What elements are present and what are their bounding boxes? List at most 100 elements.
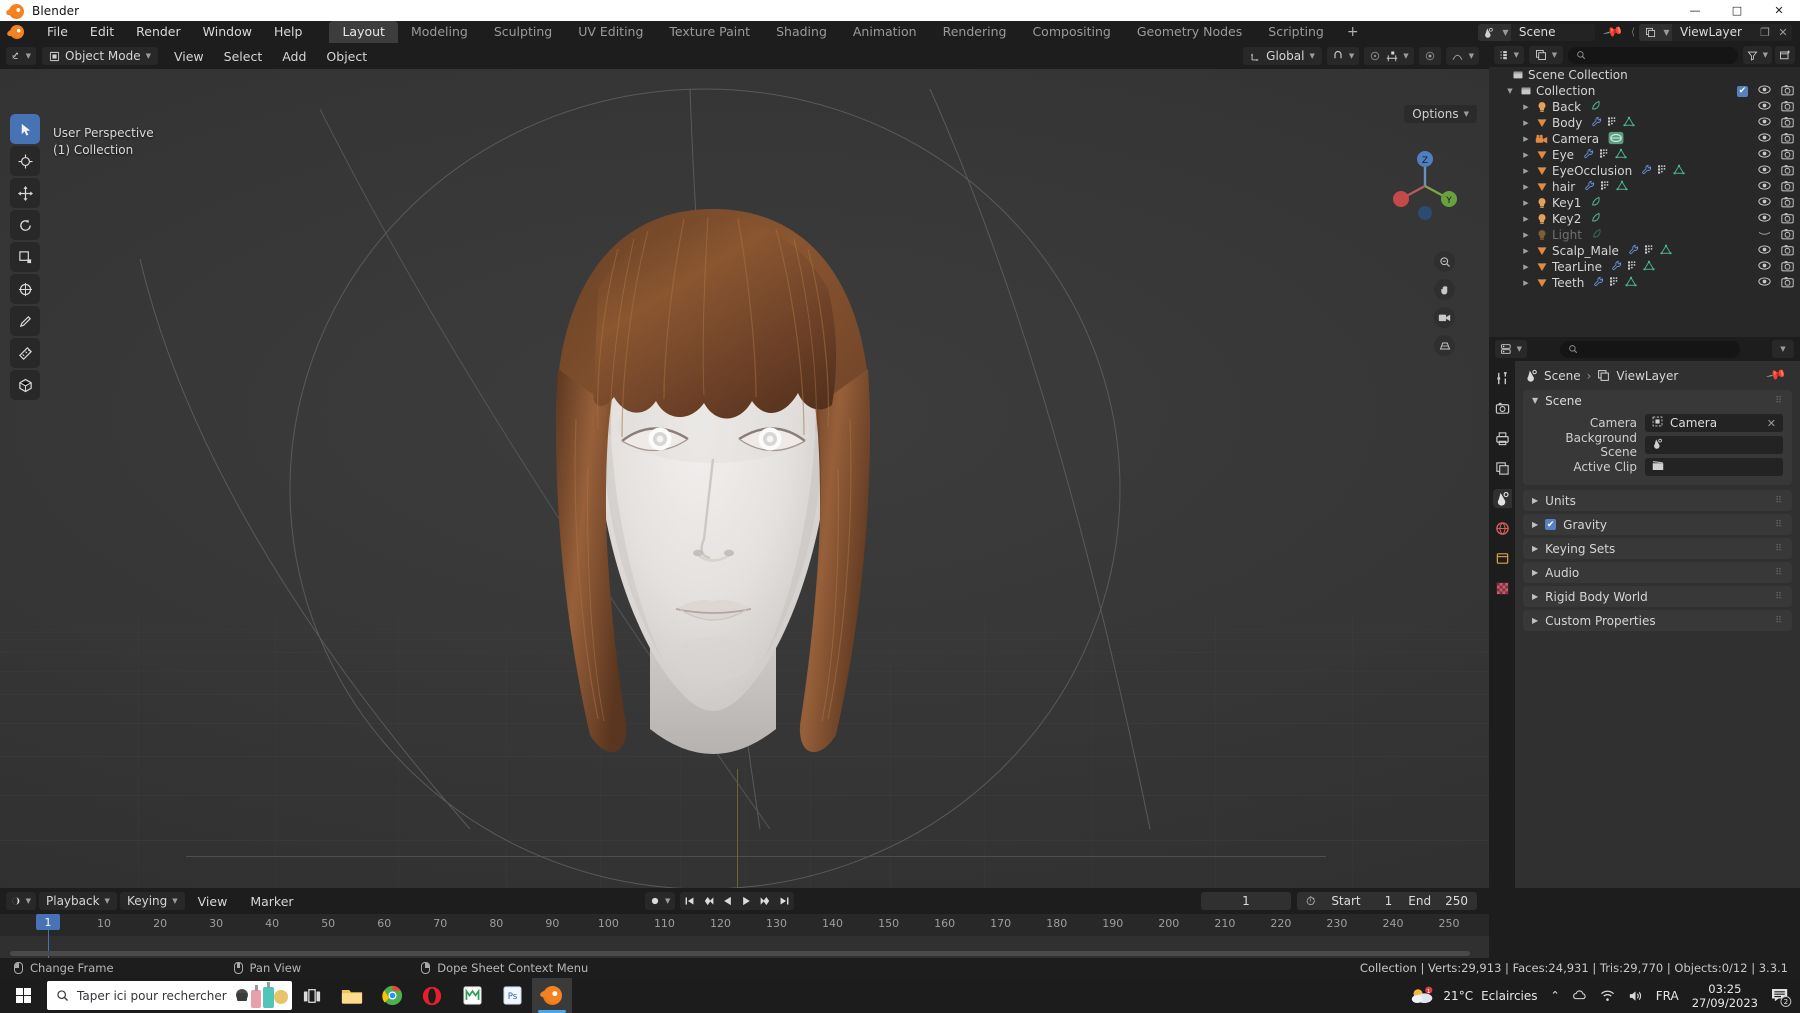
outliner-row-camera[interactable]: ▶ Camera: [1489, 131, 1800, 147]
timeline-menu-view[interactable]: View: [188, 892, 238, 911]
play-reverse-button[interactable]: [718, 892, 737, 910]
panel-expand-icon[interactable]: ▶: [1532, 592, 1538, 601]
start-button[interactable]: [0, 978, 47, 1013]
properties-panel-audio[interactable]: ▶ Audio ⠿: [1523, 562, 1792, 583]
modifier-icon[interactable]: [1593, 276, 1604, 290]
pan-hand-icon[interactable]: [1434, 279, 1455, 300]
panel-expand-icon[interactable]: ▶: [1532, 496, 1538, 505]
disclosure-triangle-icon[interactable]: ▶: [1519, 263, 1533, 271]
visibility-eye-icon[interactable]: [1758, 276, 1771, 290]
disclosure-triangle-icon[interactable]: ▶: [1519, 247, 1533, 255]
material-icon[interactable]: [1599, 148, 1610, 162]
properties-panel-units[interactable]: ▶ Units ⠿: [1523, 490, 1792, 511]
properties-options-button[interactable]: ▼: [1772, 340, 1794, 358]
timeline-menu-keying[interactable]: Keying ▼: [119, 892, 185, 910]
tool-move[interactable]: [10, 178, 40, 208]
interaction-mode-selector[interactable]: Object Mode ▼: [42, 47, 158, 65]
render-camera-icon[interactable]: [1781, 148, 1794, 163]
panel-grip-icon[interactable]: ⠿: [1775, 592, 1783, 602]
tab-texture[interactable]: [1493, 579, 1512, 598]
properties-panel-keying-sets[interactable]: ▶ Keying Sets ⠿: [1523, 538, 1792, 559]
panel-enable-checkbox[interactable]: ✔: [1545, 519, 1557, 530]
proportional-editing-toggle[interactable]: ▼: [1364, 47, 1414, 65]
tab-scene[interactable]: [1492, 489, 1512, 508]
properties-pin-icon[interactable]: 📌: [1760, 362, 1792, 390]
workspace-tab-geometry-nodes[interactable]: Geometry Nodes: [1124, 21, 1255, 43]
render-camera-icon[interactable]: [1781, 276, 1794, 291]
material-icon[interactable]: [1600, 180, 1611, 194]
maximize-button[interactable]: □: [1716, 0, 1758, 21]
panel-expand-icon[interactable]: ▶: [1532, 544, 1538, 553]
tool-select-box[interactable]: [10, 114, 40, 144]
workspace-tab-shading[interactable]: Shading: [763, 21, 840, 43]
render-camera-icon[interactable]: [1781, 164, 1794, 179]
scene-dropdown-chevron-icon[interactable]: ▼: [1499, 23, 1511, 41]
render-camera-icon[interactable]: [1781, 244, 1794, 259]
render-camera-icon[interactable]: [1781, 260, 1794, 275]
tool-add-cube[interactable]: [10, 370, 40, 400]
snap-magnet-toggle[interactable]: ▼: [1326, 47, 1360, 65]
weather-widget[interactable]: 1 21°C Eclaircies: [1410, 986, 1538, 1005]
disclosure-triangle-icon[interactable]: ▶: [1519, 183, 1533, 191]
visibility-eye-icon[interactable]: [1758, 228, 1771, 242]
mesh-data-icon[interactable]: [1615, 148, 1627, 162]
workspace-tab-compositing[interactable]: Compositing: [1019, 21, 1123, 43]
panel-grip-icon[interactable]: ⠿: [1775, 496, 1783, 506]
previous-keyframe-button[interactable]: [699, 892, 718, 910]
tab-tool[interactable]: [1493, 369, 1512, 388]
outliner-row-eyeocclusion[interactable]: ▶ EyeOcclusion: [1489, 163, 1800, 179]
timeline-editor-type[interactable]: ▼: [6, 892, 36, 910]
timeline-menu-playback[interactable]: Playback ▼: [39, 892, 117, 910]
outliner-row-eye[interactable]: ▶ Eye: [1489, 147, 1800, 163]
photoshop-button[interactable]: Ps: [492, 978, 532, 1013]
properties-panel-rigid-body-world[interactable]: ▶ Rigid Body World ⠿: [1523, 586, 1792, 607]
visibility-eye-icon[interactable]: [1758, 212, 1771, 226]
outliner-filter-button[interactable]: ▼: [1742, 46, 1772, 64]
disclosure-triangle-icon[interactable]: ▶: [1519, 103, 1533, 111]
properties-panel-custom-properties[interactable]: ▶ Custom Properties ⠿: [1523, 610, 1792, 631]
menu-render[interactable]: Render: [125, 22, 192, 42]
zoom-icon[interactable]: [1434, 251, 1455, 272]
light-data-icon[interactable]: [1590, 100, 1602, 115]
workspace-tab-texture-paint[interactable]: Texture Paint: [656, 21, 763, 43]
visibility-eye-icon[interactable]: [1758, 132, 1771, 146]
modifier-icon[interactable]: [1641, 164, 1652, 178]
light-data-icon[interactable]: [1590, 212, 1602, 227]
outliner-display-mode[interactable]: ▼: [1529, 46, 1563, 64]
tab-render[interactable]: [1493, 399, 1512, 418]
panel-grip-icon[interactable]: ⠿: [1775, 544, 1783, 554]
tool-scale[interactable]: [10, 242, 40, 272]
disclosure-triangle-icon[interactable]: ▶: [1519, 279, 1533, 287]
render-camera-icon[interactable]: [1781, 116, 1794, 131]
taskbar-search-input[interactable]: Taper ici pour rechercher: [47, 981, 292, 1010]
clear-value-icon[interactable]: ✕: [1767, 417, 1776, 430]
current-frame-field[interactable]: 1: [1200, 892, 1291, 910]
material-icon[interactable]: [1627, 260, 1638, 274]
viewlayer-selector[interactable]: ▼ ViewLayer ❐ ✕: [1639, 23, 1792, 41]
opera-button[interactable]: [412, 978, 452, 1013]
menu-file[interactable]: File: [36, 22, 79, 42]
minimize-button[interactable]: —: [1674, 0, 1716, 21]
prop-value-field[interactable]: [1645, 458, 1783, 476]
language-indicator[interactable]: FRA: [1656, 989, 1679, 1003]
panel-grip-icon[interactable]: ⠿: [1775, 616, 1783, 626]
workspace-tab-rendering[interactable]: Rendering: [930, 21, 1020, 43]
menu-window[interactable]: Window: [192, 22, 263, 42]
properties-search-input[interactable]: [1559, 340, 1740, 358]
mesh-data-icon[interactable]: [1625, 276, 1637, 290]
viewport-options-button[interactable]: Options ▼: [1404, 105, 1477, 123]
end-value[interactable]: 250: [1445, 894, 1468, 908]
render-camera-icon[interactable]: [1781, 84, 1794, 99]
outliner-row-teeth[interactable]: ▶ Teeth: [1489, 275, 1800, 291]
outliner-row-scene-collection[interactable]: Scene Collection: [1489, 67, 1800, 83]
viewport-menu-object[interactable]: Object: [316, 47, 377, 66]
render-camera-icon[interactable]: [1781, 180, 1794, 195]
task-view-button[interactable]: [292, 978, 332, 1013]
tool-annotate[interactable]: [10, 306, 40, 336]
notification-center-button[interactable]: 2: [1771, 988, 1792, 1007]
visibility-eye-icon[interactable]: [1758, 196, 1771, 210]
playhead-indicator[interactable]: 1: [36, 914, 60, 930]
outliner-row-scalp_male[interactable]: ▶ Scalp_Male: [1489, 243, 1800, 259]
modifier-icon[interactable]: [1628, 244, 1639, 258]
tab-world[interactable]: [1493, 519, 1512, 538]
